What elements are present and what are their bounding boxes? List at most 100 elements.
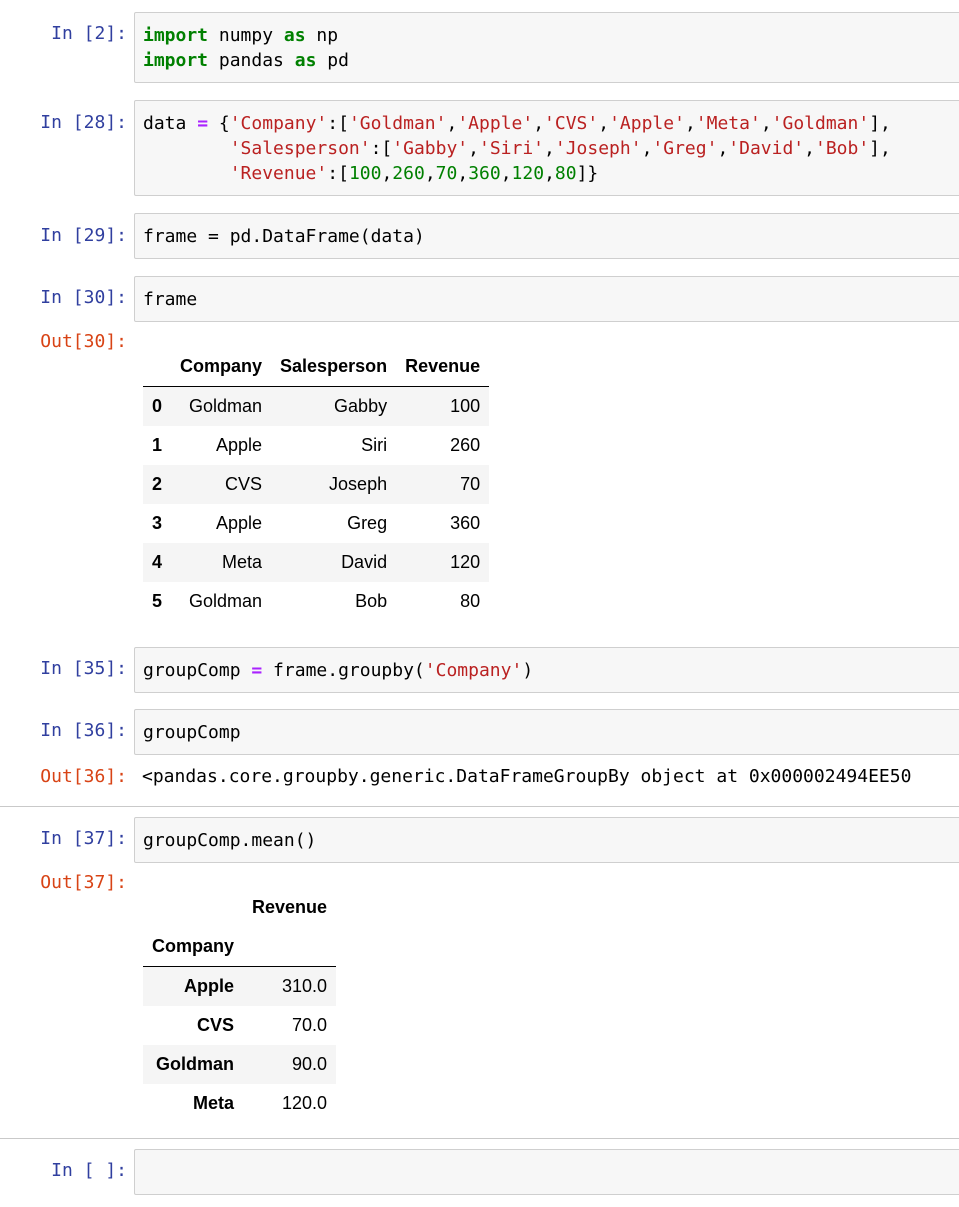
code-cell-imports[interactable]: import numpy as np import pandas as pd <box>134 12 959 83</box>
string: 'Apple' <box>457 113 534 134</box>
punct: , <box>500 163 512 184</box>
code-line: groupComp <box>143 722 241 743</box>
identifier: pandas <box>208 50 295 71</box>
punct: ]} <box>576 163 599 184</box>
table-cell: 120.0 <box>282 1093 328 1113</box>
code-line: frame <box>143 289 198 310</box>
table-row: 4 Meta David 120 <box>143 543 490 582</box>
string: 'Meta' <box>695 113 761 134</box>
table-row: Goldman 90.0 <box>143 1045 337 1084</box>
table-cell: Apple <box>215 435 263 455</box>
input-prompt: In [ ]: <box>51 1160 127 1181</box>
table-cell: 70 <box>460 474 481 494</box>
punct: ) <box>522 660 534 681</box>
code-text: frame <box>143 287 197 312</box>
input-prompt: In [36]: <box>40 720 127 741</box>
string: 'Company' <box>424 660 523 681</box>
number: 260 <box>392 163 425 184</box>
row-index: 5 <box>152 591 163 611</box>
table-cell: 310.0 <box>282 976 328 996</box>
string: 'Revenue' <box>229 163 328 184</box>
code-cell-groupby[interactable]: groupComp = frame.groupby('Company') <box>134 647 959 693</box>
table-cell: Goldman <box>188 591 263 611</box>
table-cell: 70.0 <box>292 1015 328 1035</box>
column-header: Salesperson <box>271 347 397 387</box>
string: 'CVS' <box>544 113 599 134</box>
code-cell-groupcomp[interactable]: groupComp <box>134 709 959 755</box>
string: 'Siri' <box>478 138 545 159</box>
punct: , <box>381 163 393 184</box>
table-cell: 360 <box>450 513 481 533</box>
punct: , <box>446 113 458 134</box>
punct: :[ <box>327 113 349 134</box>
table-row: 0 Goldman Gabby 100 <box>143 386 490 426</box>
column-header: Revenue <box>396 347 490 387</box>
code-cell-frame[interactable]: frame <box>134 276 959 322</box>
table-row: CVS 70.0 <box>143 1006 336 1045</box>
code-text: groupComp <box>143 720 241 745</box>
table-cell: Greg <box>347 513 388 533</box>
identifier: frame.groupby( <box>262 660 425 681</box>
punct: , <box>457 163 469 184</box>
output-prompt: Out[37]: <box>40 872 127 893</box>
table-row: Meta 120.0 <box>143 1084 336 1123</box>
table-row: 5 Goldman Bob 80 <box>143 582 489 621</box>
string: 'Salesperson' <box>229 138 371 159</box>
cell-separator <box>0 806 959 807</box>
punct: ], <box>869 113 891 134</box>
keyword-as: as <box>294 50 317 71</box>
column-header: Revenue <box>252 897 328 917</box>
code-line: frame = pd.DataFrame(data) <box>143 226 425 247</box>
code-text: data = {'Company':['Goldman','Apple','CV… <box>143 111 891 186</box>
operator: = <box>197 113 209 134</box>
row-index: 2 <box>152 474 163 494</box>
output-text: <pandas.core.groupby.generic.DataFrameGr… <box>142 766 912 787</box>
table-cell: Goldman <box>188 396 263 416</box>
table-cell: Joseph <box>329 474 388 494</box>
identifier: data <box>143 113 198 134</box>
input-prompt: In [30]: <box>40 287 127 308</box>
code-text: groupComp.mean() <box>143 828 316 853</box>
string: 'Goldman' <box>348 113 447 134</box>
index-header-blank <box>143 888 243 927</box>
table-cell: Bob <box>355 591 388 611</box>
grouped-mean-table: Revenue Company Apple 310.0 CVS 70.0 Goldm… <box>143 888 337 1123</box>
punct: , <box>760 113 772 134</box>
number: 120 <box>511 163 545 184</box>
code-cell-mean[interactable]: groupComp.mean() <box>134 817 959 863</box>
punct: :[ <box>327 163 349 184</box>
row-index: Meta <box>193 1093 235 1113</box>
table-header-row: Company Salesperson Revenue <box>143 347 490 387</box>
punct: ], <box>869 138 891 159</box>
code-text: import numpy as np import pandas as pd <box>143 23 349 73</box>
keyword-as: as <box>283 25 306 46</box>
keyword-import: import <box>143 50 209 71</box>
row-index: 4 <box>152 552 163 572</box>
identifier: np <box>305 25 339 46</box>
punct: , <box>544 163 555 184</box>
row-index: 1 <box>152 435 163 455</box>
table-row: 3 Apple Greg 360 <box>143 504 489 543</box>
input-prompt: In [35]: <box>40 658 127 679</box>
number: 80 <box>554 163 577 184</box>
code-text: frame = pd.DataFrame(data) <box>143 224 425 249</box>
code-cell-data[interactable]: data = {'Company':['Goldman','Apple','CV… <box>134 100 959 196</box>
row-index: Apple <box>184 976 235 996</box>
identifier: numpy <box>208 25 284 46</box>
punct: , <box>717 138 729 159</box>
string: 'Joseph' <box>554 138 642 159</box>
cell-separator <box>0 1138 959 1139</box>
input-prompt: In [37]: <box>40 828 127 849</box>
code-cell-dataframe[interactable]: frame = pd.DataFrame(data) <box>134 213 959 259</box>
string: 'Goldman' <box>771 113 870 134</box>
input-prompt: In [2]: <box>51 23 127 44</box>
code-cell-empty[interactable] <box>134 1149 959 1195</box>
output-prompt: Out[30]: <box>40 331 127 352</box>
dataframe-table: Company Salesperson Revenue 0 Goldman Gabb… <box>143 347 490 621</box>
table-cell: 260 <box>450 435 481 455</box>
identifier: pd <box>316 50 349 71</box>
table-cell: 100 <box>450 396 481 416</box>
table-cell: CVS <box>225 474 263 494</box>
blank-header <box>243 927 337 967</box>
